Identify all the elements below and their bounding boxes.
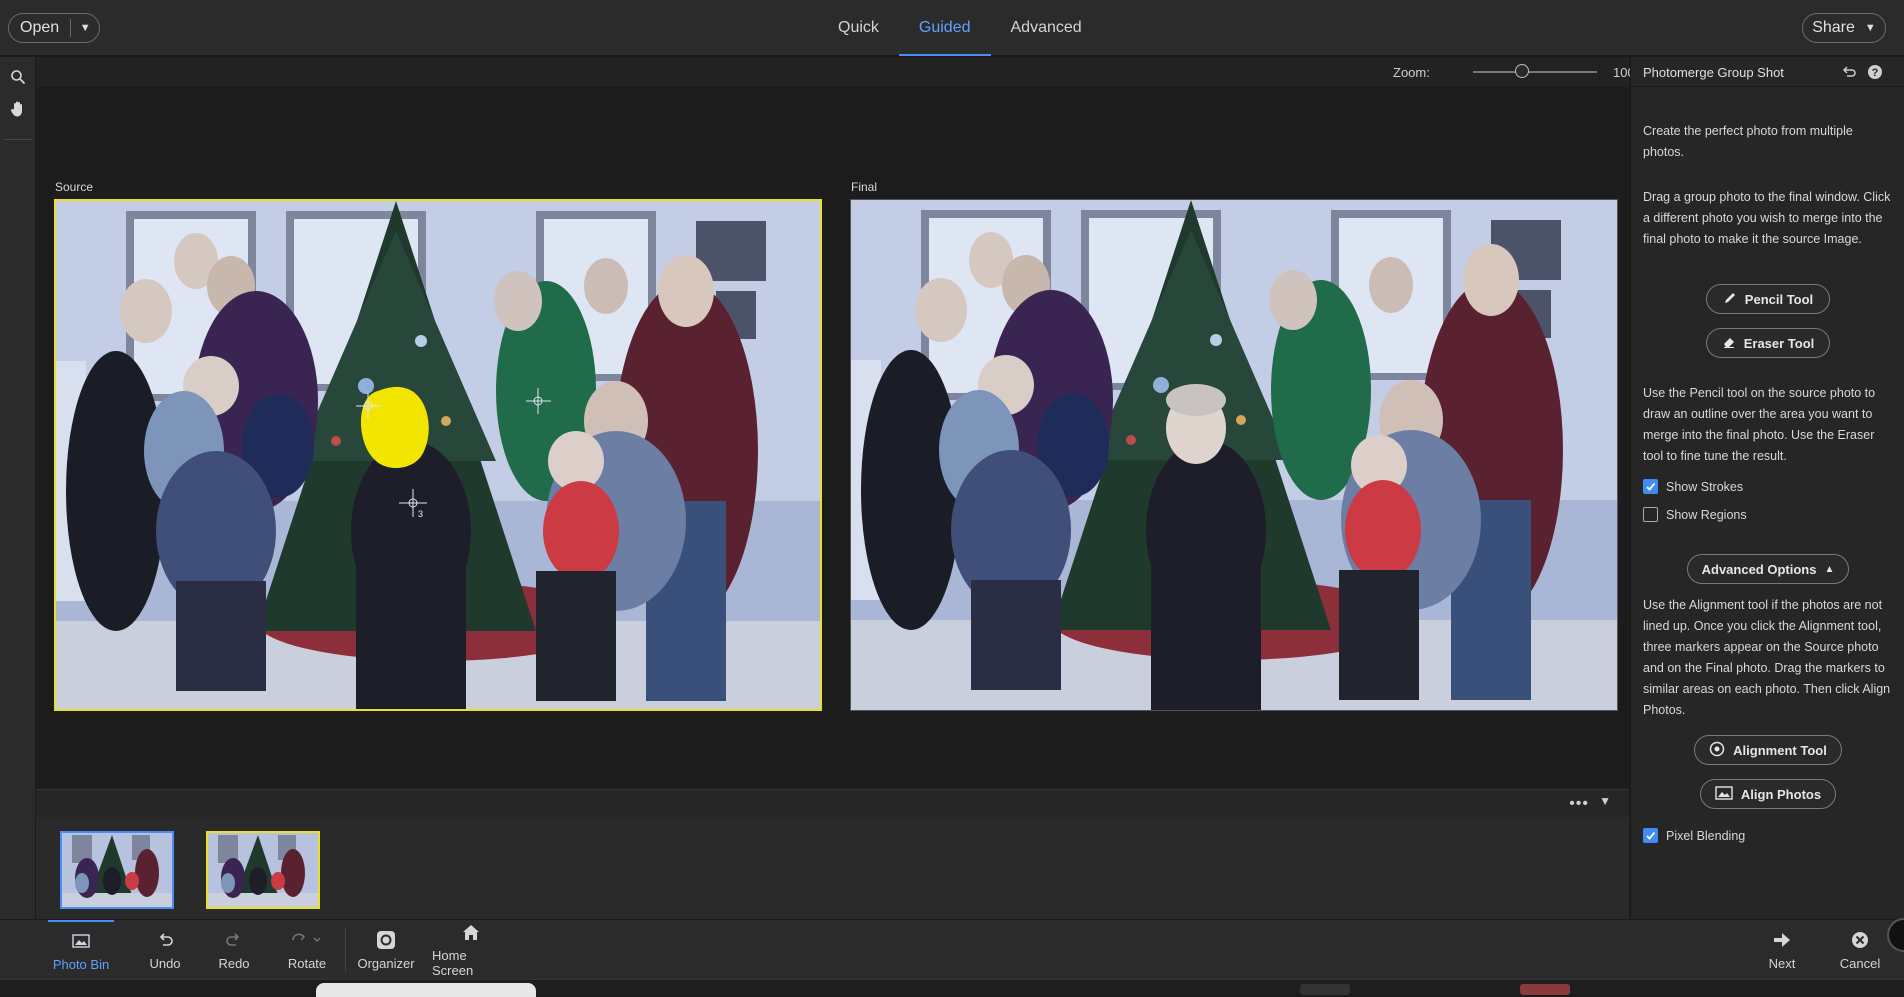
tab-guided[interactable]: Guided <box>898 0 991 56</box>
zoom-bar: Zoom: 100% <box>36 57 1646 87</box>
photo-bin-label: Photo Bin <box>52 956 110 972</box>
zoom-slider[interactable] <box>1473 71 1597 73</box>
photo-bin-button[interactable]: Photo Bin <box>48 920 114 980</box>
share-button[interactable]: Share ▼ <box>1802 13 1886 43</box>
close-icon <box>1851 930 1869 950</box>
image-icon <box>1715 785 1733 803</box>
chevron-up-icon: ▲ <box>1824 563 1835 575</box>
tab-quick[interactable]: Quick <box>818 0 899 56</box>
reset-icon[interactable] <box>1841 64 1857 80</box>
chevron-down-icon[interactable]: ▼ <box>1599 794 1611 808</box>
drag-instructions: Drag a group photo to the final window. … <box>1643 190 1891 246</box>
panel-title: Photomerge Group Shot <box>1643 65 1784 80</box>
eraser-icon <box>1722 335 1736 352</box>
arrow-right-icon <box>1773 930 1791 950</box>
photo-bin-thumbnail[interactable] <box>60 831 174 909</box>
organizer-label: Organizer <box>357 955 415 971</box>
checkbox-checked-icon[interactable] <box>1643 479 1658 494</box>
source-label: Source <box>55 180 94 194</box>
share-label: Share <box>1812 19 1855 36</box>
help-icon[interactable]: ? <box>1867 64 1883 80</box>
taskbar-search[interactable] <box>316 983 536 997</box>
tab-advanced[interactable]: Advanced <box>991 0 1102 56</box>
photo-bin-thumbnail-source[interactable] <box>206 831 320 909</box>
pixel-blending-label: Pixel Blending <box>1666 828 1746 843</box>
alignment-tool-label: Alignment Tool <box>1733 742 1827 758</box>
tool-separator <box>4 139 32 140</box>
pixel-blending-checkbox[interactable]: Pixel Blending <box>1643 828 1745 843</box>
final-label: Final <box>851 180 878 194</box>
undo-label: Undo <box>149 955 181 971</box>
toolbar-separator <box>345 928 346 972</box>
rotate-label: Rotate <box>287 955 327 971</box>
show-strokes-checkbox[interactable]: Show Strokes <box>1643 479 1743 494</box>
top-bar: Open ▼ Quick Guided Advanced Share ▼ <box>0 0 1904 56</box>
home-screen-label: Home Screen <box>432 948 474 978</box>
intro-text: Create the perfect photo from multiple p… <box>1643 124 1853 159</box>
thumbnail-image <box>62 833 172 907</box>
zoom-label: Zoom: <box>1393 65 1430 80</box>
chevron-down-icon[interactable]: ▼ <box>71 22 99 34</box>
advanced-options-button[interactable]: Advanced Options ▲ <box>1687 554 1849 584</box>
alignment-target-icon <box>1709 741 1725 760</box>
zoom-tool-icon[interactable] <box>6 65 30 89</box>
canvas-area: Source Final 3 <box>36 87 1629 789</box>
organizer-button[interactable]: Organizer <box>356 920 416 980</box>
undo-button[interactable]: Undo <box>142 920 188 980</box>
zoom-slider-handle[interactable] <box>1515 64 1529 78</box>
svg-text:?: ? <box>1872 67 1879 79</box>
bottom-toolbar: Photo Bin Undo Redo Rotate Organizer Hom… <box>0 919 1904 979</box>
redo-icon <box>225 930 243 950</box>
cancel-button[interactable]: Cancel <box>1836 920 1884 980</box>
home-screen-button[interactable]: Home Screen <box>432 920 510 980</box>
pencil-tool-button[interactable]: Pencil Tool <box>1706 284 1830 314</box>
taskbar-item[interactable] <box>1300 984 1350 995</box>
next-label: Next <box>1768 955 1796 971</box>
checkbox-checked-icon[interactable] <box>1643 828 1658 843</box>
alignment-tool-button[interactable]: Alignment Tool <box>1694 735 1842 765</box>
alignment-marker-label: 3 <box>418 509 423 519</box>
show-strokes-label: Show Strokes <box>1666 479 1744 494</box>
show-regions-checkbox[interactable]: Show Regions <box>1643 507 1747 522</box>
taskbar-item[interactable] <box>1520 984 1570 995</box>
next-button[interactable]: Next <box>1762 920 1802 980</box>
rotate-button[interactable]: Rotate <box>282 920 332 980</box>
organizer-icon <box>376 930 396 950</box>
open-button[interactable]: Open ▼ <box>8 13 100 43</box>
advanced-options-label: Advanced Options <box>1701 561 1817 577</box>
more-options-icon[interactable]: ••• <box>1569 795 1589 813</box>
align-photos-label: Align Photos <box>1740 786 1822 802</box>
final-photo-image <box>851 200 1617 710</box>
guided-panel: Photomerge Group Shot ? Create the perfe… <box>1630 57 1904 919</box>
chevron-down-icon: ▼ <box>1864 22 1876 34</box>
panel-header: Photomerge Group Shot ? <box>1631 57 1904 87</box>
mode-tabs: Quick Guided Advanced <box>818 0 1102 56</box>
open-label: Open <box>20 19 60 36</box>
align-photos-button[interactable]: Align Photos <box>1700 779 1836 809</box>
rotate-icon <box>290 930 324 950</box>
undo-icon <box>156 930 174 950</box>
tool-strip <box>0 57 36 919</box>
photo-bin-header: ••• ▼ <box>36 789 1629 817</box>
os-taskbar <box>0 979 1904 997</box>
photo-bin <box>36 817 1629 919</box>
pencil-instructions: Use the Pencil tool on the source photo … <box>1643 386 1876 463</box>
hand-tool-icon[interactable] <box>6 97 30 121</box>
home-icon <box>462 922 480 942</box>
pencil-tool-label: Pencil Tool <box>1744 291 1814 307</box>
pencil-icon <box>1723 291 1737 308</box>
final-photo[interactable] <box>850 199 1618 711</box>
alignment-instructions: Use the Alignment tool if the photos are… <box>1643 598 1891 717</box>
eraser-tool-label: Eraser Tool <box>1743 335 1815 351</box>
thumbnail-image <box>208 833 318 907</box>
cancel-label: Cancel <box>1839 955 1881 971</box>
checkbox-unchecked-icon[interactable] <box>1643 507 1658 522</box>
redo-button[interactable]: Redo <box>212 920 256 980</box>
source-photo-image: 3 <box>56 201 820 709</box>
show-regions-label: Show Regions <box>1666 507 1747 522</box>
photo-bin-icon <box>72 931 90 951</box>
eraser-tool-button[interactable]: Eraser Tool <box>1706 328 1830 358</box>
source-photo[interactable]: 3 <box>54 199 822 711</box>
redo-label: Redo <box>218 955 250 971</box>
